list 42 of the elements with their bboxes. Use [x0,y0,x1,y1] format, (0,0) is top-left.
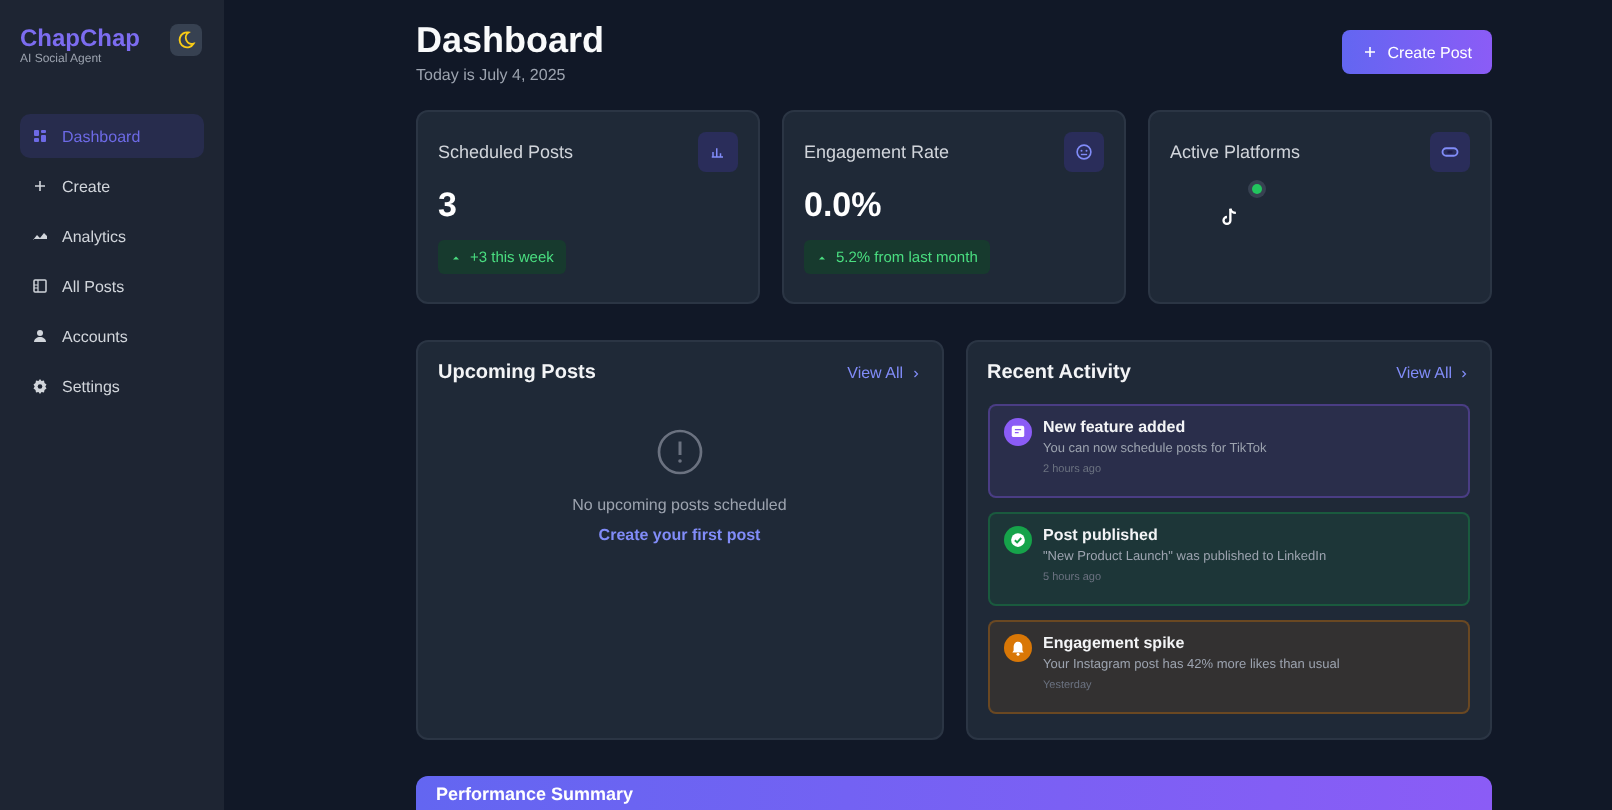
nav-item[interactable]: Settings [20,364,204,408]
caret-up-icon [816,251,828,263]
view-all-link[interactable]: View All [847,364,921,382]
caret-up-icon [450,251,462,263]
nav-item[interactable]: Create [20,164,204,208]
empty-message: No upcoming posts scheduled [572,496,787,514]
user-icon [32,328,48,344]
link-icon [1440,142,1460,162]
alert-circle-icon [655,428,704,476]
stat-title: Engagement Rate [804,142,950,162]
stat-value: 0.0% [804,186,884,226]
page-title: Dashboard [416,20,605,60]
line-chart-icon [32,228,48,244]
create-post-button[interactable]: Create Post [1341,30,1492,74]
settings-icon [32,378,48,394]
create-first-post-link[interactable]: Create your first post [598,526,761,544]
table-icon [32,278,48,294]
stat-value: 3 [438,186,459,226]
nav-item[interactable]: All Posts [20,264,204,308]
section-title: Performance Summary [436,784,636,804]
plus-icon [1361,44,1378,60]
nav-item[interactable]: Accounts [20,314,204,358]
activity-title: Engagement spike [1043,634,1187,652]
view-all-link[interactable]: View All [1396,364,1470,382]
chevron-right-icon [909,367,921,379]
moon-icon [176,30,196,50]
panel-title: Upcoming Posts [438,362,596,384]
nav-item[interactable]: Analytics [20,214,204,258]
app-logo: ChapChap [20,24,140,52]
stat-title: Scheduled Posts [438,142,574,162]
date-text: Today is July 4, 2025 [416,66,568,84]
panel-title: Recent Activity [987,362,1131,384]
face-icon [1074,142,1094,162]
stat-title: Active Platforms [1170,142,1301,162]
plus-icon [32,178,48,194]
music-note-icon [1218,206,1240,228]
bar-chart-icon [708,142,728,162]
activity-title: New feature added [1043,418,1188,436]
activity-title: Post published [1043,526,1160,544]
theme-toggle-button[interactable] [170,24,202,56]
grid-icon [32,128,48,144]
chevron-right-icon [1458,367,1470,379]
